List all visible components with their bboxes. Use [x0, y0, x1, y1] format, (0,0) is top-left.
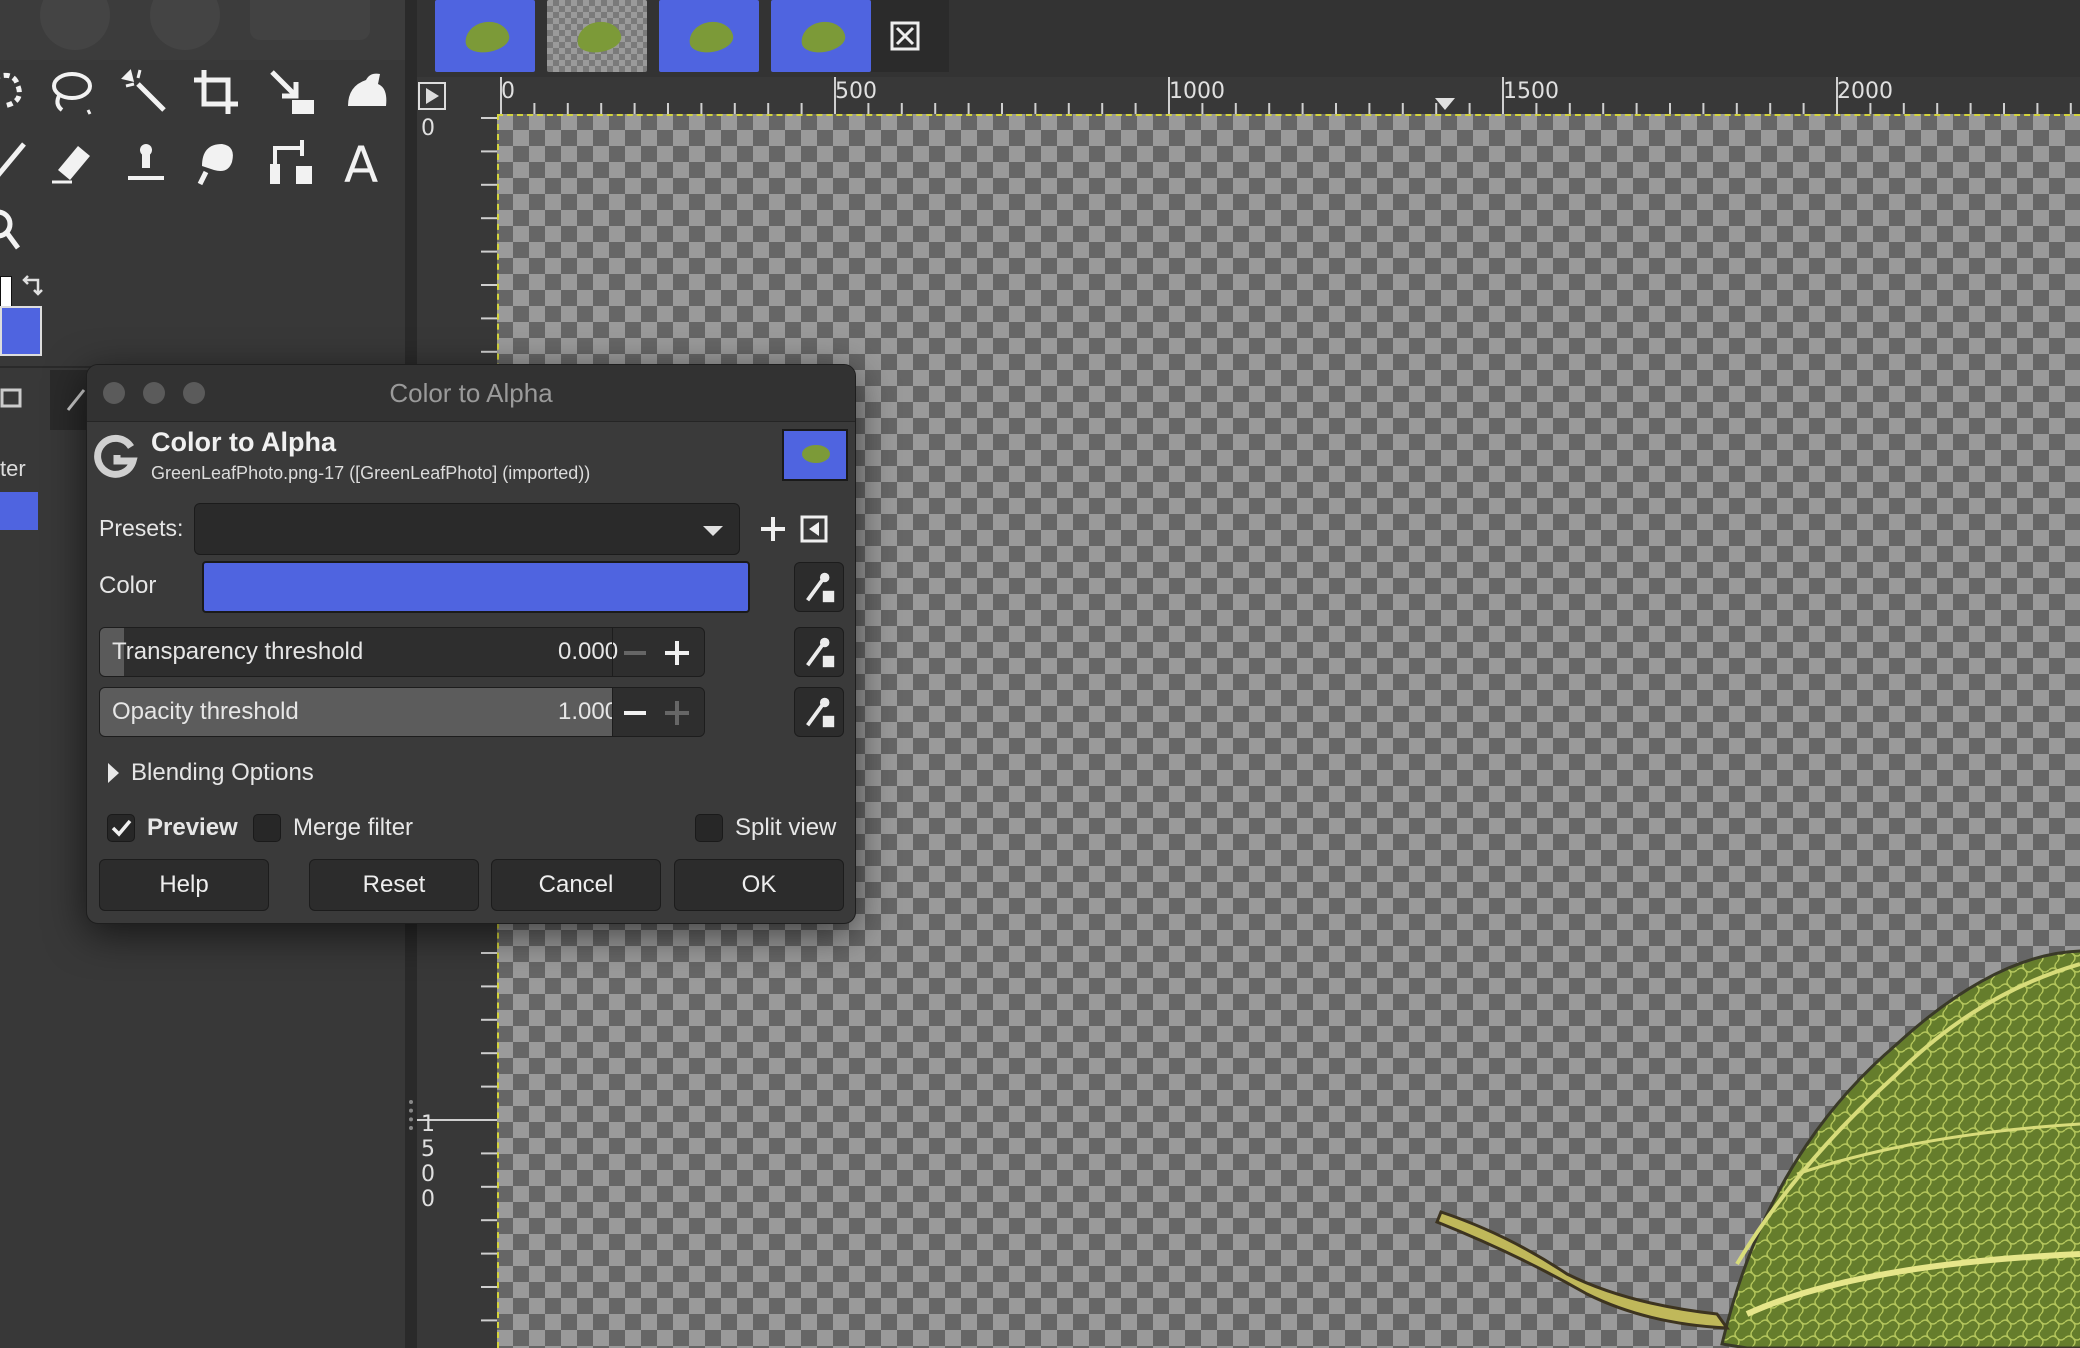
- checkmark-icon: [111, 819, 132, 837]
- increment-icon[interactable]: [662, 638, 692, 668]
- dialog-header-subtitle: GreenLeafPhoto.png-17 ([GreenLeafPhoto] …: [151, 463, 591, 483]
- dock-panel-label: ter: [0, 456, 26, 481]
- color-label: Color: [99, 572, 157, 599]
- preview-checkbox[interactable]: [107, 814, 135, 842]
- color-swatch-button[interactable]: [202, 561, 750, 613]
- ruler-label: 1000: [1169, 79, 1225, 104]
- increment-icon[interactable]: [662, 698, 692, 728]
- pencil-icon[interactable]: [0, 132, 40, 192]
- preset-menu-icon[interactable]: [797, 512, 831, 546]
- free-select-icon[interactable]: [0, 62, 40, 122]
- toolbox-header: [0, 0, 405, 60]
- blending-options-label: Blending Options: [131, 759, 314, 786]
- cancel-button[interactable]: Cancel: [491, 859, 661, 911]
- fuzzy-select-icon[interactable]: [116, 62, 176, 122]
- background-color-swatch[interactable]: [0, 306, 42, 356]
- leaf-thumbnail: [798, 18, 848, 56]
- expander-arrow-icon: [108, 763, 119, 783]
- smudge-icon[interactable]: [186, 132, 246, 192]
- image-tab-2[interactable]: [547, 0, 647, 72]
- warp-icon[interactable]: [336, 62, 396, 122]
- color-to-alpha-dialog: Color to Alpha Color to Alpha GreenLeafP…: [86, 364, 856, 924]
- transparency-threshold-value: 0.000: [558, 638, 619, 665]
- crop-icon[interactable]: [186, 62, 246, 122]
- dock-tab-active[interactable]: [50, 370, 90, 430]
- opacity-threshold-value: 1.000: [558, 698, 619, 725]
- add-preset-icon[interactable]: [756, 512, 790, 546]
- window-title: Color to Alpha: [389, 378, 553, 408]
- clone-icon[interactable]: [116, 132, 176, 192]
- image-tab-4[interactable]: [771, 0, 871, 72]
- split-view-label[interactable]: Split view: [735, 814, 836, 842]
- image-tab-1[interactable]: [435, 0, 535, 72]
- transparency-threshold-label: Transparency threshold: [112, 638, 364, 665]
- dialog-header-title: Color to Alpha: [151, 427, 336, 457]
- ruler-label: 2000: [1837, 79, 1893, 104]
- dialog-titlebar[interactable]: Color to Alpha: [87, 365, 855, 422]
- canvas-boundary: [497, 114, 2080, 116]
- split-view-checkbox[interactable]: [695, 814, 723, 842]
- opacity-threshold-label: Opacity threshold: [112, 698, 299, 725]
- decrement-icon[interactable]: [620, 698, 650, 728]
- decrement-icon[interactable]: [620, 638, 650, 668]
- ruler-label: 0: [421, 116, 435, 141]
- image-tab-strip: [417, 0, 2080, 77]
- eraser-icon[interactable]: [40, 132, 100, 192]
- path-icon[interactable]: [262, 132, 322, 192]
- ruler-label: 1500: [1503, 79, 1559, 104]
- quick-mask-icon: [418, 82, 446, 110]
- dock-tab-icon[interactable]: [0, 378, 24, 418]
- dock-color-swatch[interactable]: [0, 492, 38, 530]
- presets-dropdown[interactable]: [194, 503, 740, 555]
- opacity-picker-button[interactable]: [794, 687, 844, 737]
- eyedropper-icon: [806, 572, 835, 603]
- leaf-thumbnail: [462, 18, 512, 56]
- merge-filter-checkbox[interactable]: [253, 814, 281, 842]
- zoom-icon[interactable]: [0, 200, 34, 260]
- scale-icon[interactable]: [262, 62, 322, 122]
- svg-text:A: A: [344, 136, 378, 188]
- ruler-label: 500: [835, 79, 877, 104]
- swap-colors-icon[interactable]: [20, 274, 44, 298]
- preview-thumbnail: [782, 429, 848, 481]
- gimp-logo-icon: [93, 433, 139, 479]
- leaf-thumbnail: [574, 18, 624, 56]
- merge-filter-label[interactable]: Merge filter: [293, 814, 413, 842]
- ok-button[interactable]: OK: [674, 859, 844, 911]
- text-icon[interactable]: A: [336, 132, 396, 192]
- eyedropper-icon: [806, 637, 835, 668]
- blending-options-expander[interactable]: Blending Options: [105, 753, 405, 793]
- preview-label[interactable]: Preview: [147, 814, 238, 842]
- help-button[interactable]: Help: [99, 859, 269, 911]
- lasso-icon[interactable]: [40, 62, 100, 122]
- transparency-picker-button[interactable]: [794, 627, 844, 677]
- ruler-label: 0: [501, 79, 515, 104]
- color-picker-button[interactable]: [794, 562, 844, 612]
- ruler-label: 1500: [421, 1112, 435, 1212]
- opacity-threshold-slider[interactable]: Opacity threshold 1.000: [99, 687, 705, 737]
- chevron-down-icon: [703, 526, 723, 536]
- leaf-thumbnail: [686, 18, 736, 56]
- horizontal-ruler[interactable]: 0 500 1000 1500 2000: [497, 77, 2080, 114]
- reset-button[interactable]: Reset: [309, 859, 479, 911]
- transparency-threshold-slider[interactable]: Transparency threshold 0.000: [99, 627, 705, 677]
- separator-grip-icon[interactable]: [409, 1100, 417, 1130]
- image-tab-3[interactable]: [659, 0, 759, 72]
- ruler-corner[interactable]: [417, 77, 497, 114]
- close-tab-icon[interactable]: [885, 16, 925, 56]
- eyedropper-icon: [806, 697, 835, 728]
- ruler-pointer-icon: [1435, 98, 1455, 110]
- presets-label: Presets:: [99, 515, 184, 541]
